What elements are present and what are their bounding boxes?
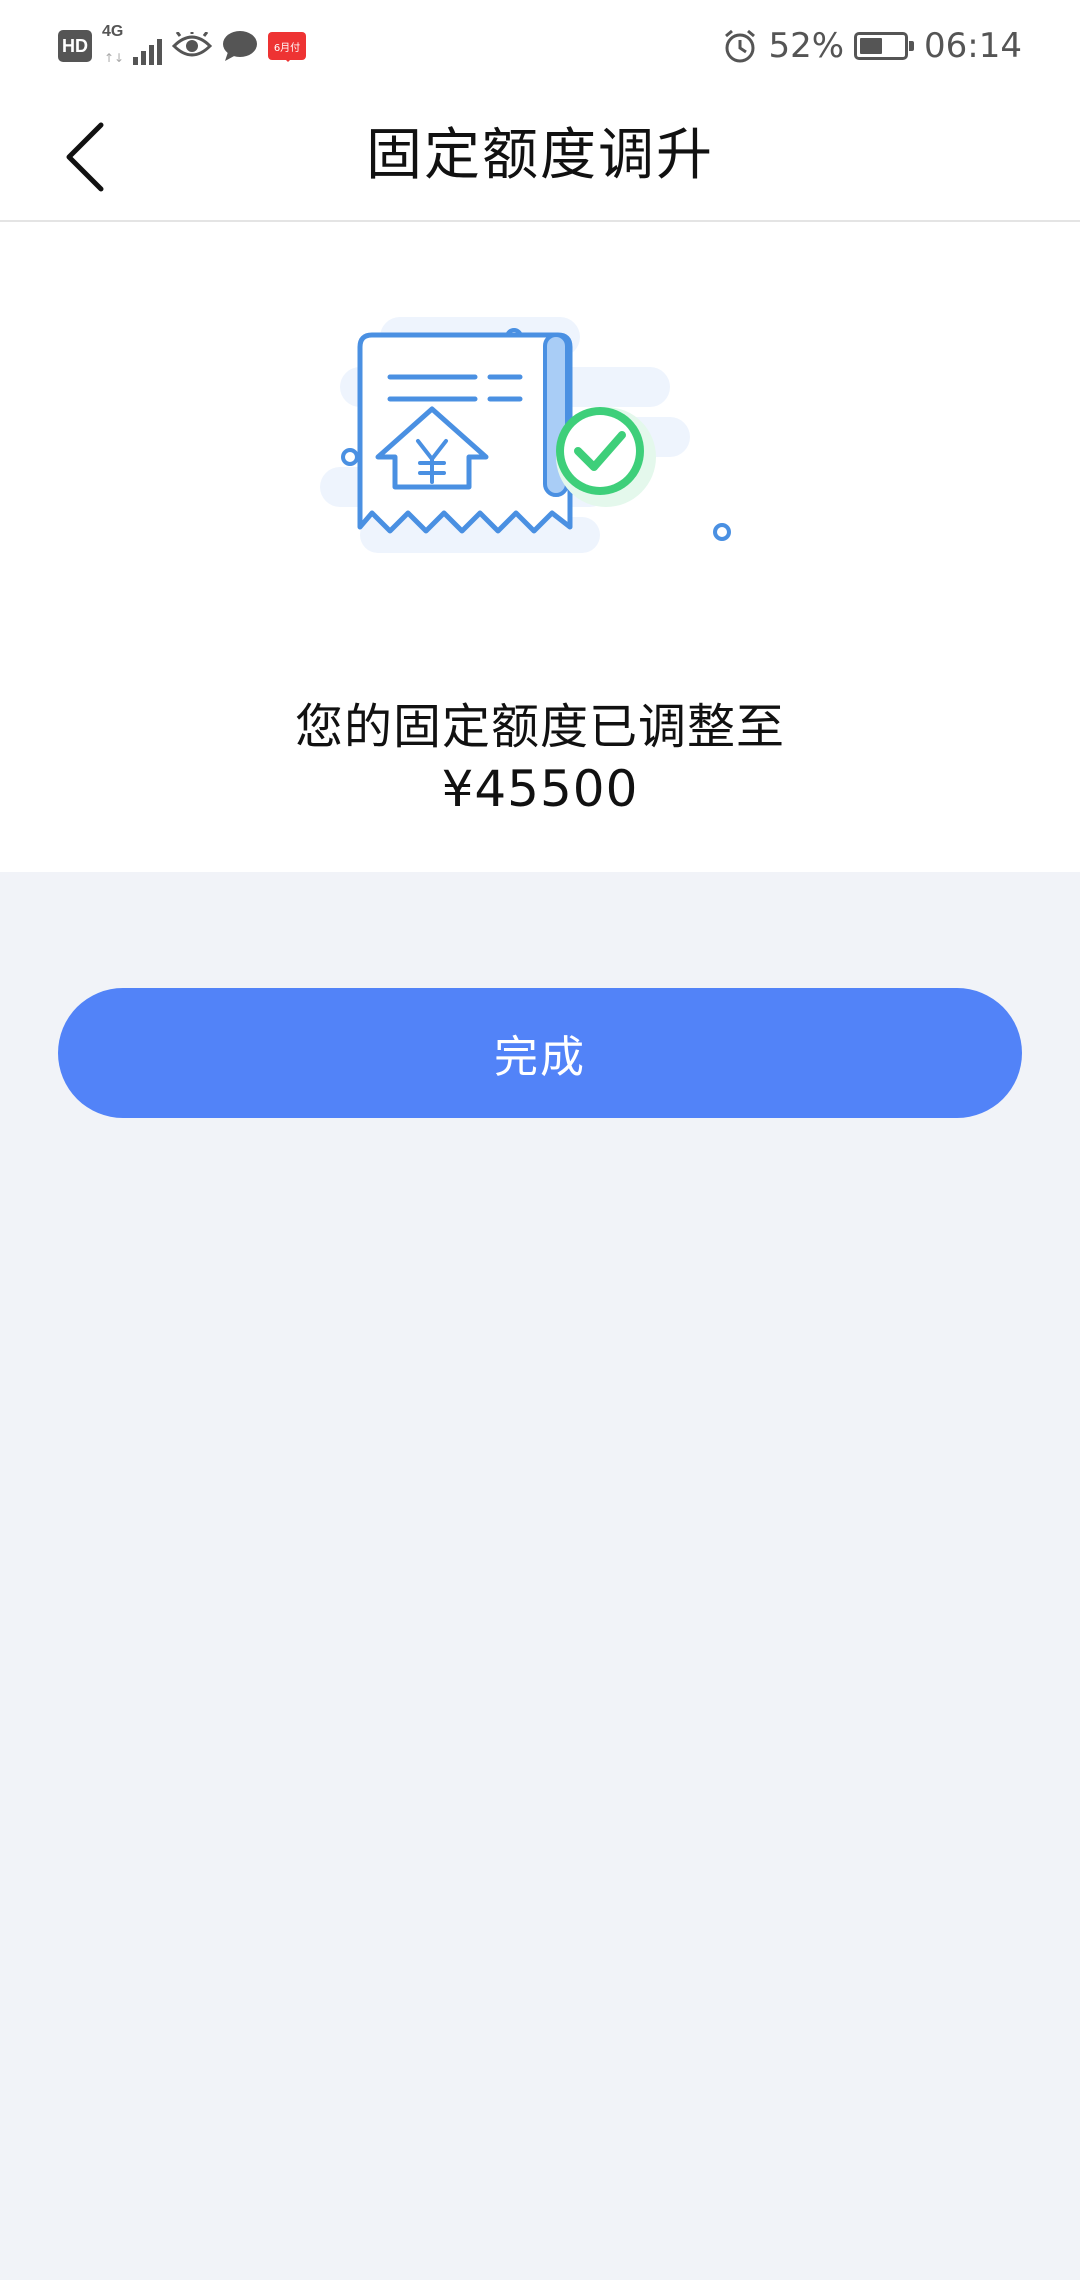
status-icons-left: HD 4G ↑↓ 6月付 [58,22,306,70]
status-icons-right: 52% 06:14 [722,22,1022,70]
battery-percent: 52% [768,26,845,66]
app-notification-icon: 6月付 [268,32,306,62]
result-message: 您的固定额度已调整至 [294,699,785,755]
battery-icon [854,32,915,60]
status-bar: HD 4G ↑↓ 6月付 52% 06:14 [0,0,1080,92]
hd-icon: HD [58,30,92,62]
page-title: 固定额度调升 [366,123,714,188]
navigation-bar: 固定额度调升 [0,92,1080,222]
eye-icon [172,32,212,57]
battery-level-fill [860,38,882,54]
alarm-clock-icon [725,29,756,63]
new-limit-amount: ¥45500 [441,760,639,818]
clock-time: 06:14 [924,26,1022,66]
receipt-limit-raised-check-icon [320,317,731,553]
result-panel: 您的固定额度已调整至 ¥45500 [0,222,1080,872]
done-button[interactable]: 完成 [58,988,1022,1118]
cellular-signal-icon: 4G ↑↓ [102,23,162,67]
network-type-label: 4G [102,23,124,40]
data-arrows-icon: ↑↓ [104,51,125,65]
chat-bubble-icon [223,31,257,61]
